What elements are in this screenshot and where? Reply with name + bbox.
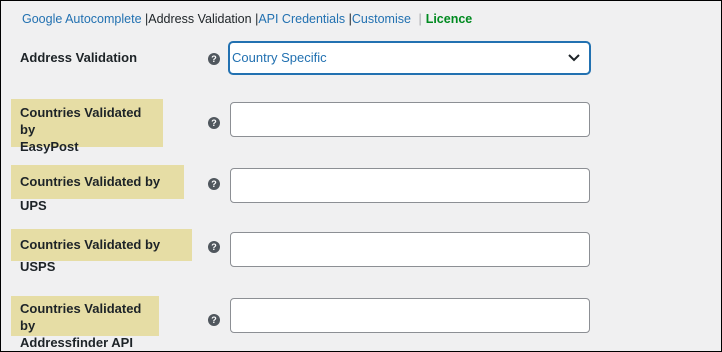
chevron-down-icon xyxy=(568,54,580,62)
address-validation-selected-value: Country Specific xyxy=(232,50,327,65)
help-icon[interactable]: ? xyxy=(208,178,220,190)
ups-countries-input[interactable] xyxy=(230,168,590,203)
addressfinder-countries-label: Countries Validated by Addressfinder API xyxy=(11,296,159,350)
tab-separator: | xyxy=(418,12,422,26)
easypost-countries-input[interactable] xyxy=(230,102,590,137)
usps-countries-label: Countries Validated by USPS xyxy=(11,229,192,274)
ups-countries-label: Countries Validated by UPS xyxy=(11,165,184,213)
easypost-label-line1: Countries Validated by xyxy=(20,105,142,137)
tab-address-validation[interactable]: Address Validation xyxy=(148,12,251,26)
address-validation-label: Address Validation xyxy=(20,50,138,65)
addressfinder-label-line1: Countries Validated by xyxy=(20,301,142,333)
tab-licence[interactable]: Licence xyxy=(426,12,473,26)
settings-panel: Google Autocomplete |Address Validation … xyxy=(0,0,722,352)
tab-customise[interactable]: Customise xyxy=(352,12,411,26)
help-icon[interactable]: ? xyxy=(208,53,220,65)
addressfinder-countries-input[interactable] xyxy=(230,298,590,333)
help-icon[interactable]: ? xyxy=(208,241,220,253)
help-icon[interactable]: ? xyxy=(208,314,220,326)
address-validation-select[interactable]: Country Specific xyxy=(229,42,590,74)
easypost-countries-label: Countries Validated by EasyPost xyxy=(11,99,163,154)
usps-label-text: Countries Validated by USPS xyxy=(20,237,161,274)
tab-api-credentials[interactable]: API Credentials xyxy=(258,12,345,26)
tab-google-autocomplete[interactable]: Google Autocomplete xyxy=(22,12,142,26)
ups-label-text: Countries Validated by UPS xyxy=(20,174,161,213)
addressfinder-label-line2: Addressfinder API xyxy=(20,335,133,350)
help-icon[interactable]: ? xyxy=(208,117,220,129)
usps-countries-input[interactable] xyxy=(230,232,590,267)
easypost-label-line2: EasyPost xyxy=(20,139,79,154)
settings-tabs: Google Autocomplete |Address Validation … xyxy=(22,12,472,26)
